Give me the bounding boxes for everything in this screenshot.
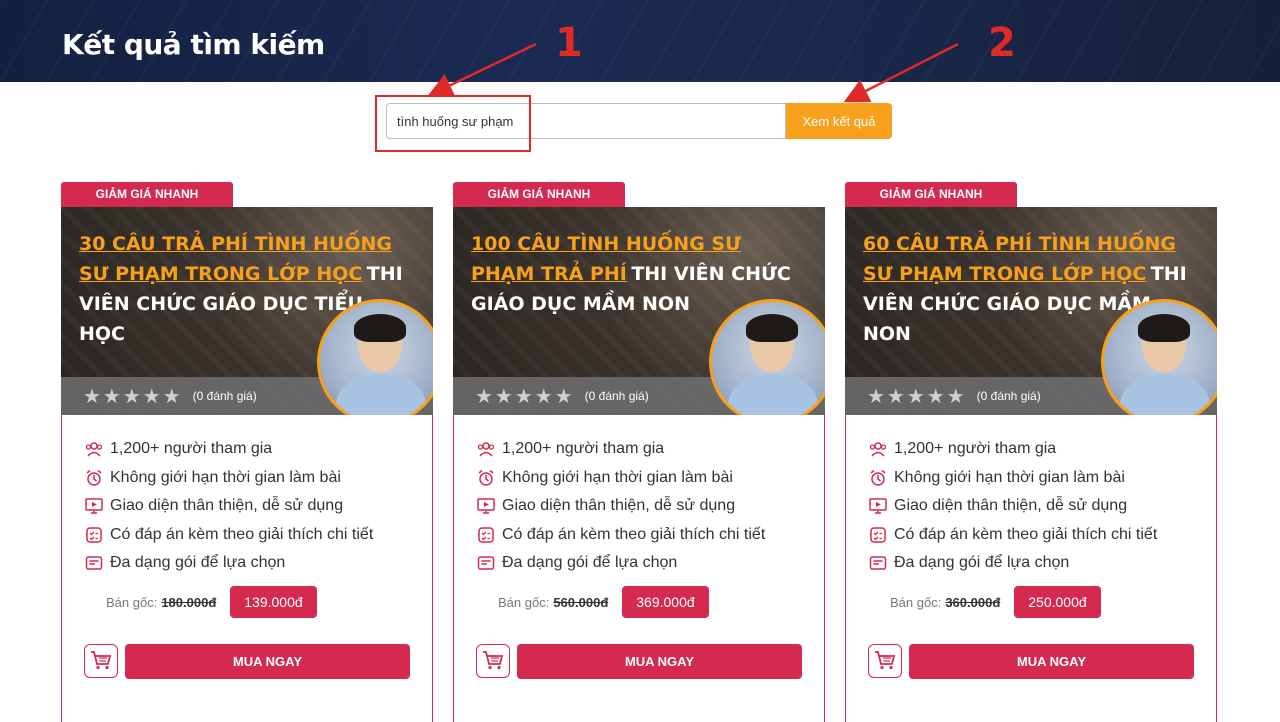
- discount-tag: GIẢM GIÁ NHANH: [845, 182, 1017, 207]
- feature-item: Đa dạng gói để lựa chọn: [476, 549, 765, 578]
- feature-text: Không giới hạn thời gian làm bài: [894, 468, 1125, 486]
- feature-text: Giao diện thân thiện, dễ sử dụng: [110, 497, 344, 515]
- add-to-cart-button[interactable]: [476, 644, 510, 678]
- feature-text: Có đáp án kèm theo giải thích chi tiết: [894, 525, 1158, 543]
- original-price: 360.000đ: [945, 594, 1001, 610]
- course-card[interactable]: GIẢM GIÁ NHANH 100 CÂU TÌNH HUỐNG SƯ PHẠ…: [453, 182, 825, 722]
- sale-price-badge: 250.000đ: [1014, 586, 1101, 618]
- checklist-icon: [868, 526, 888, 544]
- feature-item: Đa dạng gói để lựa chọn: [868, 549, 1157, 578]
- sale-price-badge: 139.000đ: [230, 586, 317, 618]
- feature-text: Đa dạng gói để lựa chọn: [110, 554, 286, 572]
- feature-item: Có đáp án kèm theo giải thích chi tiết: [84, 521, 373, 550]
- rating-count: (0 đánh giá): [192, 389, 257, 403]
- original-price: 560.000đ: [553, 594, 609, 610]
- course-banner[interactable]: 30 CÂU TRẢ PHÍ TÌNH HUỐNG SƯ PHẠM TRONG …: [61, 207, 433, 415]
- feature-item: Có đáp án kèm theo giải thích chi tiết: [868, 521, 1157, 550]
- rating-count: (0 đánh giá): [976, 389, 1041, 403]
- feature-text: Đa dạng gói để lựa chọn: [894, 554, 1070, 572]
- feature-text: Không giới hạn thời gian làm bài: [502, 468, 733, 486]
- course-card[interactable]: GIẢM GIÁ NHANH 60 CÂU TRẢ PHÍ TÌNH HUỐNG…: [845, 182, 1217, 722]
- feature-item: Giao diện thân thiện, dễ sử dụng: [476, 492, 765, 521]
- feature-item: Đa dạng gói để lựa chọn: [84, 549, 373, 578]
- headline-highlight: 60 CÂU TRẢ PHÍ TÌNH HUỐNG SƯ PHẠM TRONG …: [863, 233, 1177, 285]
- feature-item: Không giới hạn thời gian làm bài: [476, 464, 765, 493]
- feature-item: 1,200+ người tham gia: [868, 435, 1157, 464]
- feature-text: 1,200+ người tham gia: [502, 440, 665, 458]
- add-to-cart-button[interactable]: [868, 644, 902, 678]
- cart-icon: [482, 650, 504, 673]
- feature-text: Đa dạng gói để lựa chọn: [502, 554, 678, 572]
- original-price-label: Bán gốc:: [498, 594, 550, 610]
- price-row: Bán gốc: 360.000đ 250.000đ: [890, 586, 1101, 618]
- star-rating-icon: ★★★★★: [867, 384, 967, 408]
- feature-text: 1,200+ người tham gia: [894, 440, 1057, 458]
- feature-list: 1,200+ người tham gia Không giới hạn thờ…: [84, 435, 373, 578]
- course-card-body: 1,200+ người tham gia Không giới hạn thờ…: [845, 415, 1217, 722]
- users-icon: [868, 440, 888, 458]
- feature-item: 1,200+ người tham gia: [84, 435, 373, 464]
- users-icon: [476, 440, 496, 458]
- feature-item: Giao diện thân thiện, dễ sử dụng: [84, 492, 373, 521]
- page-title: Kết quả tìm kiếm: [62, 28, 325, 61]
- star-rating-icon: ★★★★★: [475, 384, 575, 408]
- annotation-marker-1: 1: [555, 20, 583, 66]
- original-price-label: Bán gốc:: [106, 594, 158, 610]
- price-row: Bán gốc: 560.000đ 369.000đ: [498, 586, 709, 618]
- original-price: 180.000đ: [161, 594, 217, 610]
- star-rating-icon: ★★★★★: [83, 384, 183, 408]
- alarm-clock-icon: [84, 469, 104, 487]
- search-submit-button[interactable]: Xem kết quả: [786, 103, 892, 139]
- feature-text: Giao diện thân thiện, dễ sử dụng: [894, 497, 1128, 515]
- add-to-cart-button[interactable]: [84, 644, 118, 678]
- course-card[interactable]: GIẢM GIÁ NHANH 30 CÂU TRẢ PHÍ TÌNH HUỐNG…: [61, 182, 433, 722]
- feature-list: 1,200+ người tham gia Không giới hạn thờ…: [868, 435, 1157, 578]
- feature-item: Giao diện thân thiện, dễ sử dụng: [868, 492, 1157, 521]
- alarm-clock-icon: [476, 469, 496, 487]
- rating-count: (0 đánh giá): [584, 389, 649, 403]
- cart-icon: [874, 650, 896, 673]
- monitor-icon: [84, 497, 104, 515]
- feature-item: 1,200+ người tham gia: [476, 435, 765, 464]
- alarm-clock-icon: [868, 469, 888, 487]
- annotation-highlight-box: [375, 95, 531, 152]
- course-banner[interactable]: 100 CÂU TÌNH HUỐNG SƯ PHẠM TRẢ PHÍ THI V…: [453, 207, 825, 415]
- feature-item: Không giới hạn thời gian làm bài: [84, 464, 373, 493]
- sale-price-badge: 369.000đ: [622, 586, 709, 618]
- discount-tag: GIẢM GIÁ NHANH: [453, 182, 625, 207]
- feature-text: Có đáp án kèm theo giải thích chi tiết: [110, 525, 374, 543]
- feature-text: 1,200+ người tham gia: [110, 440, 273, 458]
- headline-highlight: 30 CÂU TRẢ PHÍ TÌNH HUỐNG SƯ PHẠM TRONG …: [79, 233, 393, 285]
- course-banner[interactable]: 60 CÂU TRẢ PHÍ TÌNH HUỐNG SƯ PHẠM TRONG …: [845, 207, 1217, 415]
- course-card-body: 1,200+ người tham gia Không giới hạn thờ…: [61, 415, 433, 722]
- price-row: Bán gốc: 180.000đ 139.000đ: [106, 586, 317, 618]
- discount-tag: GIẢM GIÁ NHANH: [61, 182, 233, 207]
- feature-item: Không giới hạn thời gian làm bài: [868, 464, 1157, 493]
- feature-list: 1,200+ người tham gia Không giới hạn thờ…: [476, 435, 765, 578]
- checklist-icon: [84, 526, 104, 544]
- checklist-icon: [476, 526, 496, 544]
- feature-text: Giao diện thân thiện, dễ sử dụng: [502, 497, 736, 515]
- original-price-label: Bán gốc:: [890, 594, 942, 610]
- course-card-body: 1,200+ người tham gia Không giới hạn thờ…: [453, 415, 825, 722]
- feature-item: Có đáp án kèm theo giải thích chi tiết: [476, 521, 765, 550]
- package-icon: [476, 554, 496, 572]
- package-icon: [868, 554, 888, 572]
- cart-icon: [90, 650, 112, 673]
- package-icon: [84, 554, 104, 572]
- feature-text: Có đáp án kèm theo giải thích chi tiết: [502, 525, 766, 543]
- buy-now-button[interactable]: MUA NGAY: [909, 644, 1194, 679]
- buy-now-button[interactable]: MUA NGAY: [125, 644, 410, 679]
- monitor-icon: [868, 497, 888, 515]
- buy-now-button[interactable]: MUA NGAY: [517, 644, 802, 679]
- annotation-marker-2: 2: [988, 20, 1016, 66]
- feature-text: Không giới hạn thời gian làm bài: [110, 468, 341, 486]
- monitor-icon: [476, 497, 496, 515]
- users-icon: [84, 440, 104, 458]
